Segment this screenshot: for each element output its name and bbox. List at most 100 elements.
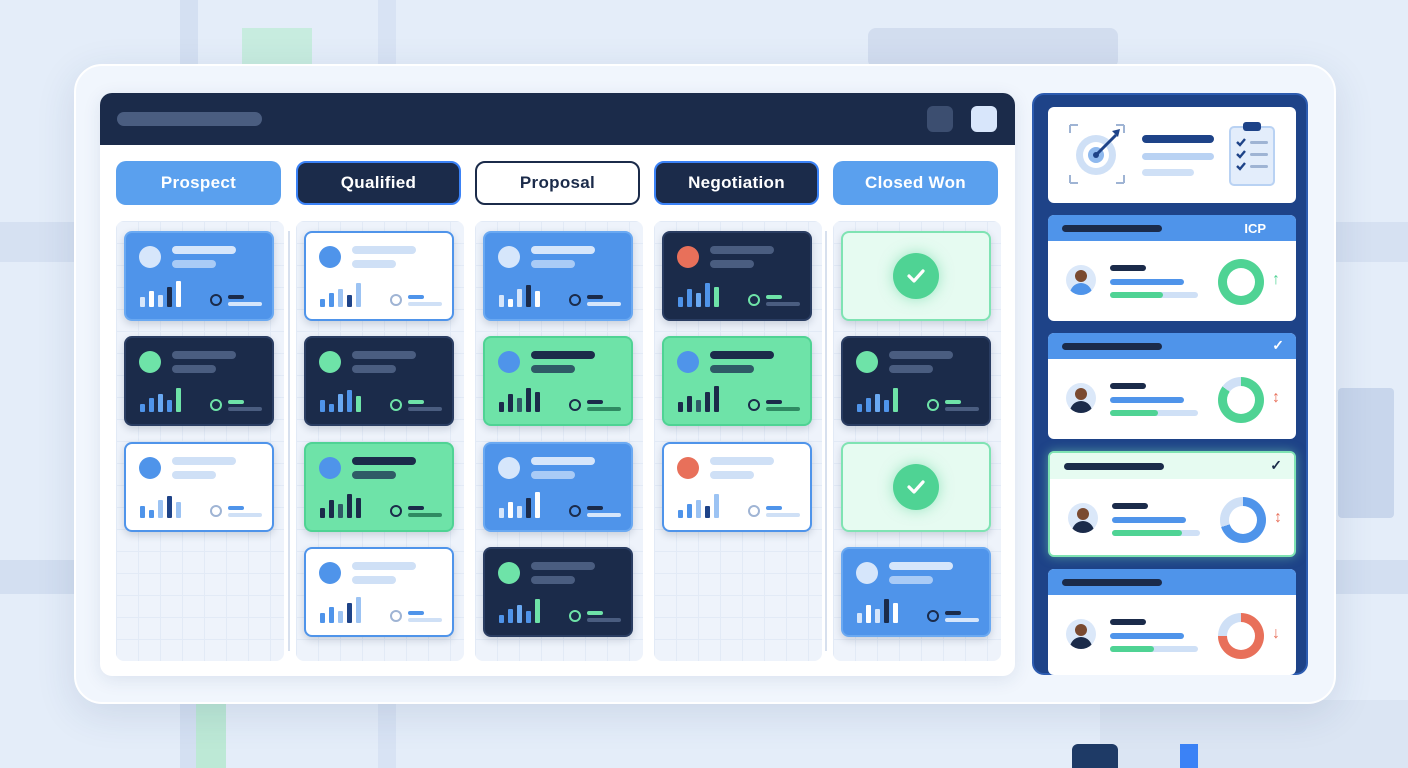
icp-tag: ICP — [1244, 221, 1266, 236]
deal-card[interactable] — [124, 336, 274, 426]
account-card[interactable]: ↓ — [1048, 569, 1296, 675]
deal-name-placeholder — [352, 562, 416, 570]
meta-line — [766, 400, 782, 404]
deal-card[interactable] — [304, 336, 454, 426]
meta-line — [228, 506, 244, 510]
account-card[interactable]: ✓ ↕ — [1048, 333, 1296, 439]
minimize-button[interactable] — [927, 106, 953, 132]
mini-bar — [320, 508, 325, 518]
mini-bar — [158, 394, 163, 412]
contact-avatar-icon — [1066, 265, 1096, 295]
mini-bar — [329, 293, 334, 307]
mini-bar — [875, 394, 880, 412]
deal-card[interactable] — [841, 547, 991, 637]
account-score-bar — [1112, 530, 1200, 536]
deal-card[interactable] — [483, 336, 633, 426]
deal-detail-placeholder — [889, 365, 933, 373]
meta-line — [408, 302, 442, 306]
mini-bar — [517, 605, 522, 623]
stage-tab-negotiation[interactable]: Negotiation — [654, 161, 819, 205]
deal-avatar — [319, 351, 341, 373]
deal-name-placeholder — [531, 457, 595, 465]
goal-summary-card[interactable] — [1048, 107, 1296, 203]
deal-card[interactable] — [124, 231, 274, 321]
account-insights-panel: ICP ↑ ✓ ↕ ✓ ↕ ↓ — [1032, 93, 1308, 675]
stage-tab-closed-won[interactable]: Closed Won — [833, 161, 998, 205]
deal-name-placeholder — [889, 351, 953, 359]
background-shape — [1072, 744, 1118, 768]
stage-tab-proposal[interactable]: Proposal — [475, 161, 640, 205]
account-score-bar — [1110, 410, 1198, 416]
account-card-header: ICP — [1048, 215, 1296, 241]
meta-line — [587, 302, 621, 306]
deal-card[interactable] — [304, 547, 454, 637]
meta-line — [587, 400, 603, 404]
deal-detail-placeholder — [352, 365, 396, 373]
mini-bar — [338, 289, 343, 307]
deal-card[interactable] — [124, 442, 274, 532]
deal-detail-placeholder — [172, 471, 216, 479]
deal-card[interactable] — [483, 231, 633, 321]
mini-bar — [687, 289, 692, 307]
mini-bar-chart — [320, 490, 361, 518]
mini-bar-chart — [140, 490, 181, 518]
account-detail-line — [1112, 517, 1186, 523]
mini-bar — [176, 281, 181, 307]
mini-bar — [705, 392, 710, 412]
trend-arrow-icon: ↕ — [1274, 509, 1282, 526]
deal-card[interactable] — [662, 231, 812, 321]
meta-line — [945, 611, 961, 615]
account-title-placeholder — [1062, 225, 1162, 232]
deal-avatar — [139, 246, 161, 268]
closed-won-card[interactable] — [841, 231, 991, 321]
meta-line — [408, 513, 442, 517]
account-detail-line — [1110, 397, 1184, 403]
mini-bar — [705, 283, 710, 307]
deal-card[interactable] — [304, 442, 454, 532]
progress-ring-icon — [390, 505, 402, 517]
progress-ring-icon — [927, 610, 939, 622]
deal-card[interactable] — [662, 442, 812, 532]
mini-bar — [356, 597, 361, 623]
deal-name-placeholder — [172, 457, 236, 465]
deal-card[interactable] — [483, 547, 633, 637]
column-divider — [825, 231, 827, 651]
deal-card[interactable] — [304, 231, 454, 321]
mini-bar — [158, 500, 163, 518]
stage-tab-prospect[interactable]: Prospect — [116, 161, 281, 205]
background-shape — [868, 28, 1118, 68]
mini-bar-chart — [140, 279, 181, 307]
account-card[interactable]: ✓ ↕ — [1048, 451, 1296, 557]
mini-bar — [347, 494, 352, 518]
progress-ring-icon — [210, 294, 222, 306]
mini-bar — [499, 615, 504, 623]
deal-card[interactable] — [662, 336, 812, 426]
mini-bar-chart — [678, 384, 719, 412]
deal-detail-placeholder — [352, 260, 396, 268]
deal-avatar — [856, 562, 878, 584]
mini-bar — [329, 404, 334, 412]
stage-tab-qualified[interactable]: Qualified — [296, 161, 461, 205]
mini-bar — [508, 609, 513, 623]
meta-line — [766, 407, 800, 411]
mini-bar — [356, 396, 361, 412]
meta-line — [766, 302, 800, 306]
mini-bar — [535, 392, 540, 412]
meta-line — [587, 407, 621, 411]
mini-bar — [696, 400, 701, 412]
deal-avatar — [498, 351, 520, 373]
mini-bar — [526, 611, 531, 623]
closed-won-card[interactable] — [841, 442, 991, 532]
deal-card[interactable] — [483, 442, 633, 532]
mini-bar — [884, 599, 889, 623]
mini-bar — [167, 496, 172, 518]
contact-avatar-icon — [1068, 503, 1098, 533]
meta-line — [408, 611, 424, 615]
mini-bar — [338, 394, 343, 412]
deal-detail-placeholder — [889, 576, 933, 584]
account-card[interactable]: ICP ↑ — [1048, 215, 1296, 321]
deal-name-placeholder — [889, 562, 953, 570]
maximize-button[interactable] — [971, 106, 997, 132]
mini-bar — [705, 506, 710, 518]
deal-card[interactable] — [841, 336, 991, 426]
